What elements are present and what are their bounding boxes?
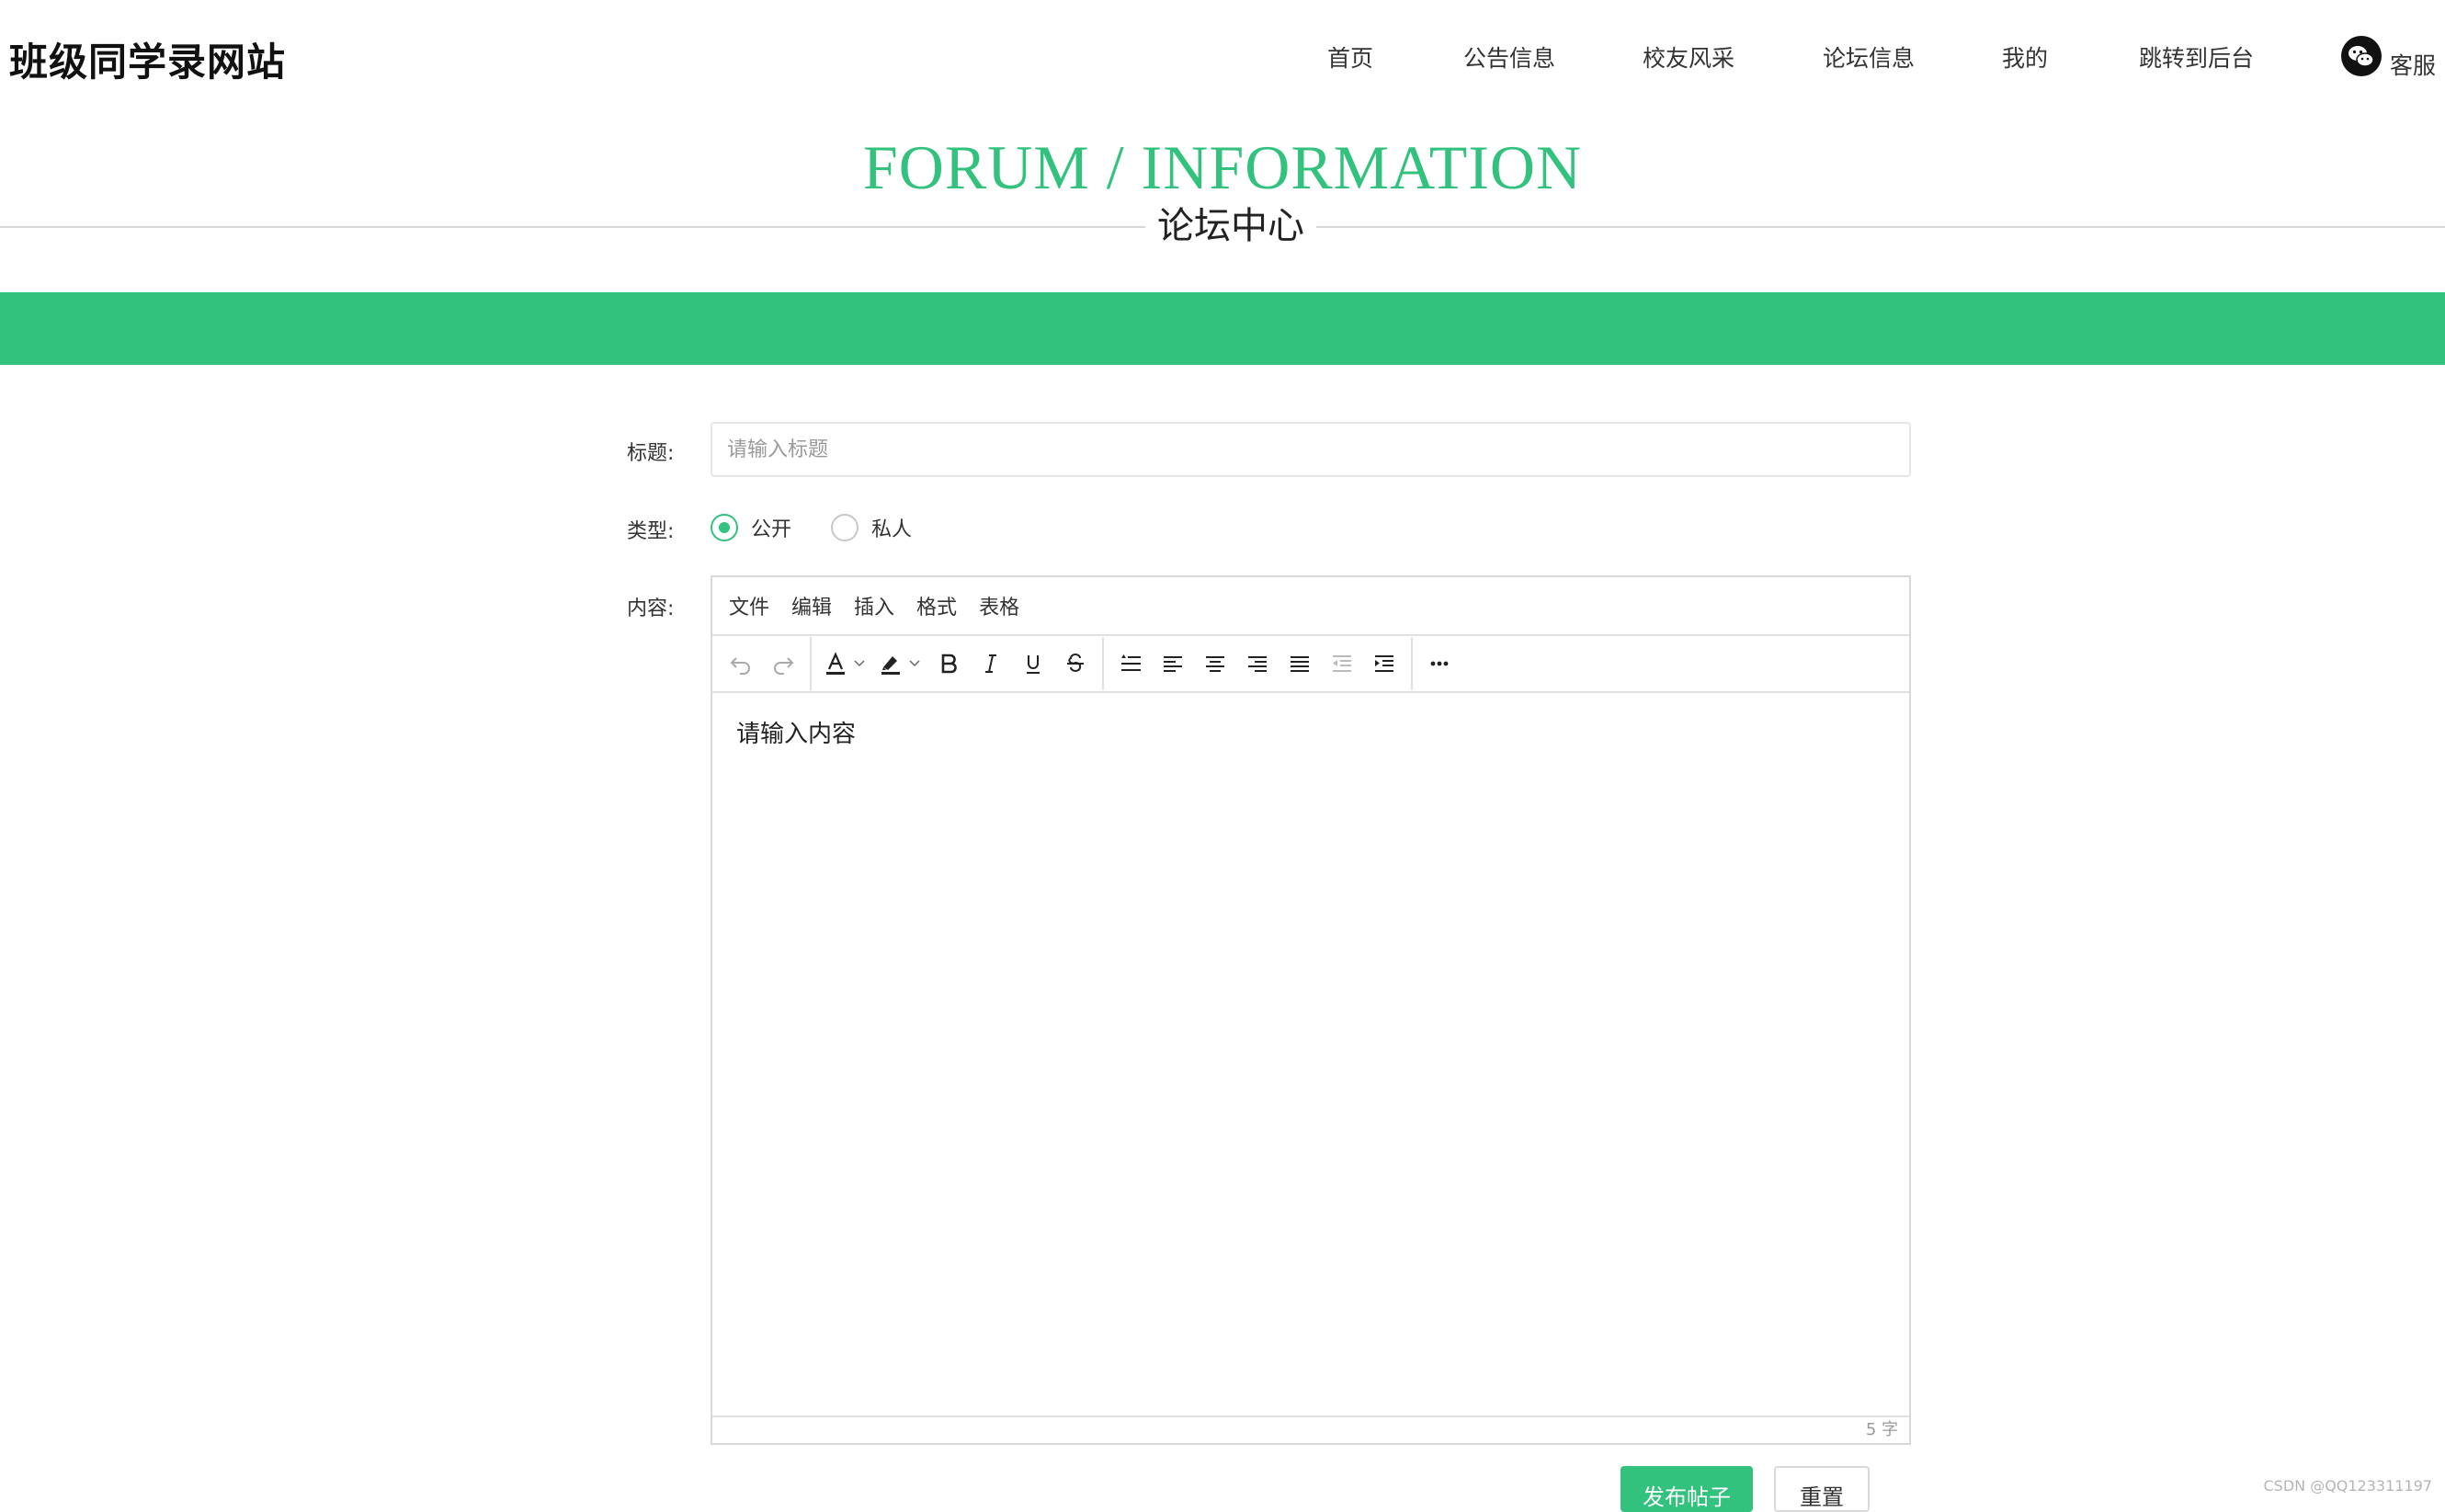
nav-admin[interactable]: 跳转到后台	[2139, 40, 2254, 74]
chevron-down-icon	[854, 660, 865, 667]
highlight-color-button[interactable]	[872, 643, 927, 684]
align-justify-button[interactable]	[1279, 643, 1321, 684]
nav-home[interactable]: 首页	[1327, 40, 1373, 74]
editor-statusbar: 5 字	[712, 1415, 1909, 1443]
align-center-icon	[1206, 656, 1224, 672]
toolbar-separator	[1411, 637, 1413, 690]
publish-button[interactable]: 发布帖子	[1621, 1466, 1753, 1512]
line-height-icon	[1121, 654, 1141, 671]
redo-icon	[774, 657, 794, 675]
strikethrough-icon	[1067, 654, 1084, 672]
bold-button[interactable]	[927, 643, 970, 684]
undo-icon	[730, 657, 750, 675]
italic-button[interactable]	[970, 643, 1012, 684]
menu-format[interactable]: 格式	[916, 591, 957, 620]
indent-button[interactable]	[1363, 643, 1405, 684]
menu-table[interactable]: 表格	[979, 591, 1019, 620]
type-label: 类型:	[627, 520, 675, 543]
outdent-icon	[1333, 655, 1351, 672]
radio-public-label: 公开	[751, 518, 792, 541]
main-nav: 首页 公告信息 校友风采 论坛信息 我的 跳转到后台	[0, 40, 2445, 77]
hero-title-cn: 论坛中心	[1145, 200, 1316, 252]
outdent-button[interactable]	[1321, 643, 1363, 684]
align-right-icon	[1248, 656, 1267, 672]
reset-button[interactable]: 重置	[1774, 1466, 1870, 1512]
title-label: 标题:	[627, 442, 675, 465]
strikethrough-button[interactable]	[1054, 643, 1097, 684]
title-input[interactable]	[711, 422, 1911, 477]
bold-icon	[941, 654, 957, 674]
italic-icon	[985, 654, 996, 673]
radio-public[interactable]: 公开	[711, 513, 791, 542]
align-justify-icon	[1291, 656, 1309, 672]
nav-announcements[interactable]: 公告信息	[1463, 40, 1555, 74]
nav-alumni[interactable]: 校友风采	[1643, 40, 1734, 74]
wechat-icon	[2341, 36, 2382, 76]
nav-forum[interactable]: 论坛信息	[1823, 40, 1915, 74]
radio-private-label: 私人	[871, 518, 913, 541]
align-left-icon	[1164, 656, 1182, 672]
content-label: 内容:	[627, 597, 675, 620]
align-center-button[interactable]	[1194, 643, 1236, 684]
radio-private-circle[interactable]	[831, 514, 859, 541]
line-height-button[interactable]	[1109, 643, 1152, 684]
hero-title-en: FORUM / INFORMATION	[862, 132, 1583, 202]
highlight-color-icon	[881, 656, 900, 675]
chevron-down-icon	[909, 660, 920, 667]
editor-menubar: 文件 编辑 插入 格式 表格	[712, 577, 1909, 636]
menu-insert[interactable]: 插入	[854, 591, 894, 620]
align-left-button[interactable]	[1152, 643, 1194, 684]
radio-private[interactable]: 私人	[831, 513, 912, 542]
redo-button[interactable]	[762, 643, 804, 684]
toolbar-separator	[810, 637, 812, 690]
customer-service-label: 客服	[2390, 52, 2437, 79]
watermark: CSDN @QQ123311197	[2263, 1477, 2432, 1495]
word-count: 5 字	[1865, 1420, 1898, 1439]
menu-edit[interactable]: 编辑	[791, 591, 832, 620]
more-icon	[1430, 661, 1449, 666]
customer-service-button[interactable]: 客服	[2340, 35, 2436, 79]
editor-toolbar	[712, 636, 1909, 693]
undo-button[interactable]	[720, 643, 762, 684]
indent-icon	[1375, 655, 1393, 672]
text-color-button[interactable]	[817, 643, 872, 684]
nav-mine[interactable]: 我的	[2002, 40, 2048, 74]
green-banner	[0, 292, 2445, 365]
text-color-icon	[826, 652, 845, 675]
underline-icon	[1027, 655, 1040, 674]
editor-content[interactable]: 请输入内容	[712, 691, 1909, 1415]
align-right-button[interactable]	[1236, 643, 1279, 684]
more-button[interactable]	[1418, 643, 1461, 684]
underline-button[interactable]	[1012, 643, 1054, 684]
rich-text-editor: 文件 编辑 插入 格式 表格 请输入内容 5 字	[711, 575, 1911, 1445]
menu-file[interactable]: 文件	[729, 591, 769, 620]
radio-public-circle[interactable]	[711, 514, 738, 541]
toolbar-separator	[1102, 637, 1104, 690]
